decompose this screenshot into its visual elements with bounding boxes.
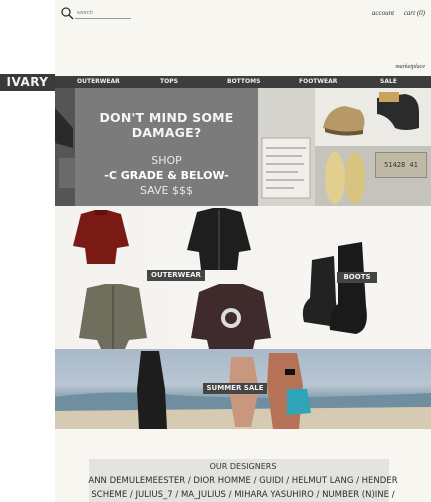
summer-sale-banner[interactable]: SUMMER SALE <box>55 349 431 429</box>
leather-jacket-tile[interactable] <box>147 206 290 278</box>
hero-document-image <box>258 88 315 206</box>
hero-save: SAVE $$$ <box>140 184 193 197</box>
nav-item-bottoms[interactable]: BOTTOMS <box>227 78 260 85</box>
boots-tile[interactable]: BOOTS <box>290 206 431 349</box>
top-links: account cart (0) <box>364 9 425 17</box>
hero-soles-image: 51428 41 <box>315 146 431 206</box>
designers-section: OUR DESIGNERS ANN DEMULEMEESTER / DIOR H… <box>55 429 431 502</box>
nav-item-sale[interactable]: SALE <box>380 78 397 85</box>
hero-left-image <box>55 88 75 206</box>
designers-list-line-2[interactable]: SCHEME / JULIUS_7 / MA_JULIUS / MIHARA Y… <box>55 490 431 500</box>
designers-title: OUR DESIGNERS <box>209 462 277 471</box>
search-input[interactable] <box>75 8 131 19</box>
marketplace-link[interactable]: marketplace <box>395 64 425 70</box>
hoodie-tile[interactable] <box>173 278 290 349</box>
sweater-tile[interactable] <box>55 206 147 278</box>
nav-item-tops[interactable]: TOPS <box>160 78 178 85</box>
search-icon[interactable] <box>61 7 74 20</box>
category-grid: BOOTS OUTERWEAR <box>55 206 431 349</box>
nav-item-footwear[interactable]: FOOTWEAR <box>299 78 337 85</box>
main-nav: OUTERWEAR TOPS BOTTOMS FOOTWEAR SALE <box>55 76 431 88</box>
summer-sale-label[interactable]: SUMMER SALE <box>203 383 267 394</box>
hero-shoes-image <box>315 88 431 146</box>
hero-grade: -C GRADE & BELOW- <box>104 169 229 182</box>
olive-jacket-tile[interactable] <box>55 278 173 349</box>
account-link[interactable]: account <box>372 9 394 17</box>
search-bar[interactable] <box>61 7 131 21</box>
designers-list-line-1[interactable]: ANN DEMULEMEESTER / DIOR HOMME / GUIDI /… <box>55 476 431 486</box>
site-logo[interactable]: IVARY <box>0 74 55 91</box>
hero-shop: SHOP <box>151 154 182 167</box>
boots-label[interactable]: BOOTS <box>337 272 377 283</box>
hero-title: DON'T MIND SOME DAMAGE? <box>99 110 234 140</box>
cart-link[interactable]: cart (0) <box>404 9 425 17</box>
outerwear-label[interactable]: OUTERWEAR <box>147 270 205 281</box>
item-tag: 51428 41 <box>375 152 427 178</box>
header: account cart (0) marketplace <box>55 0 431 76</box>
hero-promo[interactable]: DON'T MIND SOME DAMAGE? SHOP -C GRADE & … <box>75 88 258 206</box>
hero-banner[interactable]: DON'T MIND SOME DAMAGE? SHOP -C GRADE & … <box>55 88 431 206</box>
nav-item-outerwear[interactable]: OUTERWEAR <box>77 78 120 85</box>
